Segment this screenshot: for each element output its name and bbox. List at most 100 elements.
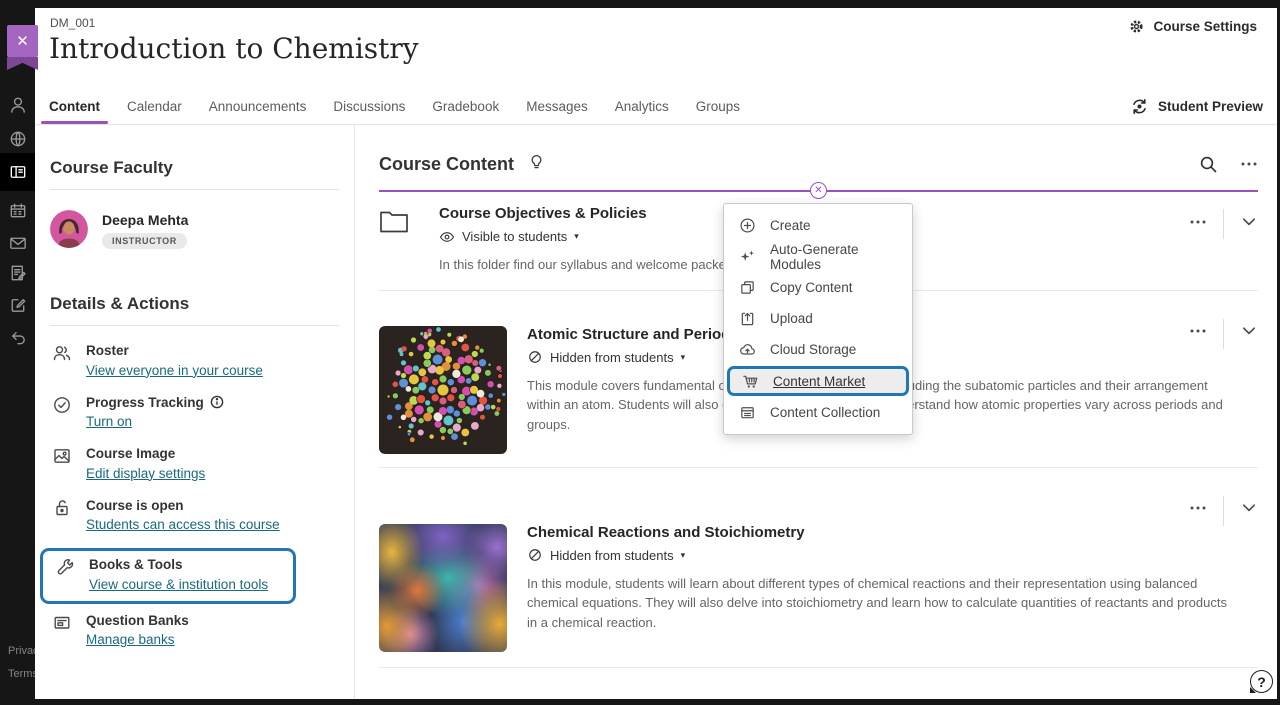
question-mark-icon: ? bbox=[1257, 674, 1266, 690]
instructor-card[interactable]: Deepa Mehta INSTRUCTOR bbox=[50, 210, 339, 249]
search-icon[interactable] bbox=[1199, 155, 1218, 174]
image-icon bbox=[50, 445, 74, 483]
info-icon bbox=[210, 395, 224, 409]
menu-item-cloud-storage[interactable]: Cloud Storage bbox=[724, 334, 912, 365]
details-actions-heading: Details & Actions bbox=[50, 294, 339, 314]
content-row-module[interactable]: Chemical Reactions and Stoichiometry Hid… bbox=[379, 468, 1258, 668]
content-title-link[interactable]: Course Objectives & Policies bbox=[439, 205, 733, 222]
sidebar-item-course-open: Course is open Students can access this … bbox=[50, 497, 339, 535]
question-banks-link[interactable]: Manage banks bbox=[86, 632, 175, 647]
divider bbox=[50, 325, 339, 326]
row-options-ellipsis[interactable] bbox=[1189, 322, 1207, 345]
content-title-link[interactable]: Chemical Reactions and Stoichiometry bbox=[527, 524, 1227, 541]
student-preview-button[interactable]: Student Preview bbox=[1130, 88, 1263, 125]
course-content-heading: Course Content bbox=[379, 154, 514, 175]
tab-calendar[interactable]: Calendar bbox=[127, 88, 182, 124]
question-banks-label: Question Banks bbox=[86, 612, 189, 630]
instructor-name: Deepa Mehta bbox=[102, 210, 188, 228]
menu-item-copy-content[interactable]: Copy Content bbox=[724, 272, 912, 303]
plus-circle-icon bbox=[739, 217, 757, 234]
caret-down-icon: ▾ bbox=[574, 231, 579, 242]
tab-groups[interactable]: Groups bbox=[696, 88, 740, 124]
lightbulb-icon[interactable] bbox=[528, 153, 545, 175]
books-tools-highlight: Books & Tools View course & institution … bbox=[40, 548, 296, 604]
sparkles-icon bbox=[739, 248, 757, 265]
course-sidebar: Course Faculty Deepa Mehta INSTRUCTOR De… bbox=[35, 125, 355, 699]
privacy-link[interactable]: Privacy bbox=[8, 645, 35, 657]
roster-people-icon bbox=[50, 342, 74, 380]
calendar-icon[interactable] bbox=[0, 194, 35, 228]
divider bbox=[50, 189, 339, 190]
content-collection-icon bbox=[739, 404, 757, 421]
row-options-ellipsis[interactable] bbox=[1189, 213, 1207, 236]
tab-discussions[interactable]: Discussions bbox=[333, 88, 405, 124]
add-content-menu: Create Auto-Generate Modules Copy Conten… bbox=[723, 203, 913, 435]
avatar bbox=[50, 210, 88, 248]
course-header: DM_001 Introduction to Chemistry Course … bbox=[35, 8, 1277, 88]
cloud-icon bbox=[739, 341, 757, 358]
roster-label: Roster bbox=[86, 342, 263, 360]
menu-item-auto-generate-modules[interactable]: Auto-Generate Modules bbox=[724, 241, 912, 272]
content-description: In this module, students will learn abou… bbox=[527, 574, 1227, 633]
visibility-selector[interactable]: Visible to students ▾ bbox=[439, 229, 733, 244]
books-tools-link[interactable]: View course & institution tools bbox=[89, 577, 268, 592]
app-window: Privacy Terms ✕ DM_001 Introduction to C… bbox=[0, 0, 1280, 705]
sidebar-item-books-tools: Books & Tools View course & institution … bbox=[53, 556, 287, 594]
tab-gradebook[interactable]: Gradebook bbox=[432, 88, 499, 124]
caret-down-icon: ▾ bbox=[681, 352, 686, 363]
menu-item-content-collection[interactable]: Content Collection bbox=[724, 397, 912, 428]
course-settings-button[interactable]: Course Settings bbox=[1128, 18, 1257, 35]
divider bbox=[1223, 496, 1224, 526]
global-nav-rail: Privacy Terms bbox=[0, 0, 35, 705]
close-course-button[interactable]: ✕ bbox=[7, 25, 38, 57]
expand-chevron-icon[interactable] bbox=[1240, 499, 1258, 522]
shopping-cart-icon bbox=[742, 373, 760, 390]
grades-icon[interactable] bbox=[0, 256, 35, 290]
course-page: DM_001 Introduction to Chemistry Course … bbox=[35, 8, 1277, 699]
expand-chevron-icon[interactable] bbox=[1240, 213, 1258, 236]
module-thumbnail bbox=[379, 326, 507, 454]
course-open-link[interactable]: Students can access this course bbox=[86, 517, 280, 532]
tab-announcements[interactable]: Announcements bbox=[209, 88, 307, 124]
question-banks-icon bbox=[50, 612, 74, 650]
content-options-ellipsis[interactable] bbox=[1240, 155, 1258, 173]
visibility-selector[interactable]: Hidden from students ▾ bbox=[527, 548, 1227, 563]
details-actions-list: Roster View everyone in your course Prog… bbox=[50, 342, 339, 649]
course-settings-label: Course Settings bbox=[1153, 19, 1257, 34]
row-options-ellipsis[interactable] bbox=[1189, 499, 1207, 522]
expand-chevron-icon[interactable] bbox=[1240, 322, 1258, 345]
visibility-label: Visible to students bbox=[462, 229, 567, 244]
eye-slash-icon bbox=[527, 350, 543, 364]
menu-item-create[interactable]: Create bbox=[724, 210, 912, 241]
terms-link[interactable]: Terms bbox=[8, 668, 35, 680]
menu-item-upload[interactable]: Upload bbox=[724, 303, 912, 334]
menu-item-content-market[interactable]: Content Market bbox=[727, 366, 909, 396]
divider bbox=[1223, 319, 1224, 349]
progress-tracking-link[interactable]: Turn on bbox=[86, 414, 132, 429]
copy-icon bbox=[739, 279, 757, 296]
course-id: DM_001 bbox=[50, 16, 95, 30]
course-image-label: Course Image bbox=[86, 445, 205, 463]
tab-analytics[interactable]: Analytics bbox=[615, 88, 669, 124]
institution-globe-icon[interactable] bbox=[0, 122, 35, 156]
visibility-label: Hidden from students bbox=[550, 350, 674, 365]
course-faculty-heading: Course Faculty bbox=[50, 158, 339, 178]
messages-mail-icon[interactable] bbox=[0, 226, 35, 260]
visibility-label: Hidden from students bbox=[550, 548, 674, 563]
eye-icon bbox=[439, 230, 455, 244]
module-thumbnail bbox=[379, 524, 507, 652]
help-button[interactable]: ? bbox=[1250, 670, 1273, 693]
tab-messages[interactable]: Messages bbox=[526, 88, 588, 124]
course-open-label: Course is open bbox=[86, 497, 280, 515]
sidebar-item-course-image: Course Image Edit display settings bbox=[50, 445, 339, 483]
course-image-link[interactable]: Edit display settings bbox=[86, 466, 205, 481]
gear-icon bbox=[1128, 18, 1145, 35]
tab-content[interactable]: Content bbox=[49, 88, 100, 124]
activity-compose-icon[interactable] bbox=[0, 288, 35, 322]
courses-icon[interactable] bbox=[0, 153, 35, 191]
profile-icon[interactable] bbox=[0, 88, 35, 122]
roster-link[interactable]: View everyone in your course bbox=[86, 363, 263, 378]
sign-out-icon[interactable] bbox=[0, 320, 35, 354]
unlock-icon bbox=[50, 497, 74, 535]
caret-down-icon: ▾ bbox=[681, 550, 686, 561]
